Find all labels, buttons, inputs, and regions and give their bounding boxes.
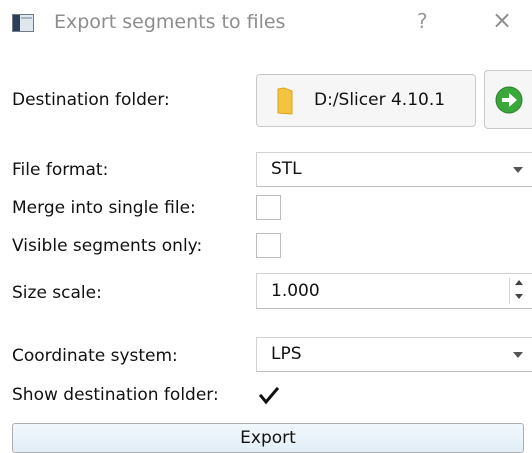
merge-single-file-label: Merge into single file: [12, 198, 196, 218]
window-title: Export segments to files [54, 11, 286, 33]
checkmark-icon [258, 386, 280, 405]
spin-down-icon[interactable] [515, 294, 523, 299]
chevron-down-icon [513, 167, 523, 173]
app-window-icon [12, 14, 34, 32]
export-button[interactable]: Export [12, 423, 524, 453]
size-scale-label: Size scale: [12, 283, 102, 303]
title-bar: Export segments to files ? × [0, 0, 532, 48]
show-destination-folder-checkbox[interactable] [256, 384, 281, 409]
visible-segments-only-checkbox[interactable] [256, 233, 281, 258]
visible-segments-only-label: Visible segments only: [12, 236, 203, 256]
arrow-right-circle-icon [495, 86, 523, 114]
size-scale-value: 1.000 [271, 281, 320, 301]
coordinate-system-select[interactable]: LPS [256, 337, 532, 372]
folder-icon [277, 87, 293, 115]
help-button[interactable]: ? [417, 9, 428, 33]
close-button[interactable]: × [492, 6, 512, 34]
file-format-label: File format: [12, 160, 109, 180]
file-format-value: STL [271, 159, 302, 179]
show-destination-folder-label: Show destination folder: [12, 385, 219, 405]
spin-up-icon[interactable] [515, 280, 523, 285]
file-format-select[interactable]: STL [256, 152, 532, 187]
destination-folder-button[interactable]: D:/Slicer 4.10.1 [256, 74, 476, 127]
merge-single-file-checkbox[interactable] [256, 195, 281, 220]
size-scale-spinbox[interactable]: 1.000 [256, 273, 532, 309]
coordinate-system-label: Coordinate system: [12, 346, 178, 366]
chevron-down-icon [513, 352, 523, 358]
coordinate-system-value: LPS [271, 344, 302, 364]
spin-divider [509, 278, 510, 304]
destination-folder-path: D:/Slicer 4.10.1 [314, 90, 446, 110]
open-destination-folder-button[interactable] [484, 70, 532, 129]
destination-folder-label: Destination folder: [12, 90, 170, 110]
